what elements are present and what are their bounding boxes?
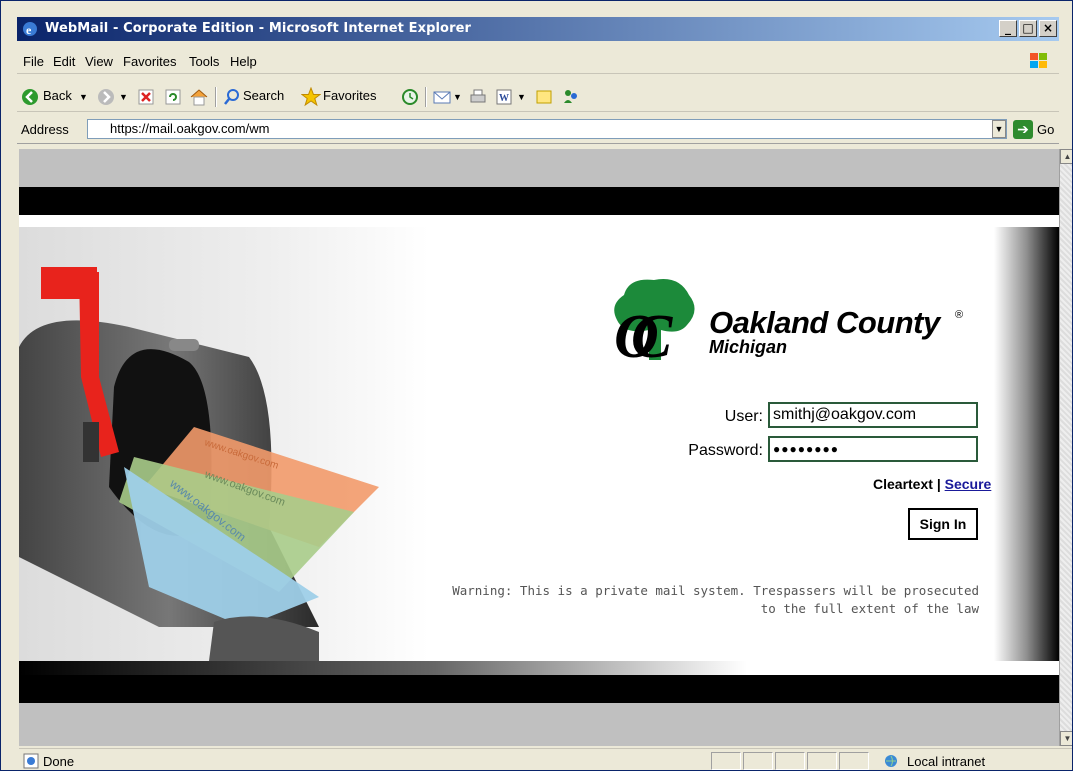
password-input[interactable]: ●●●●●●●● <box>768 436 978 462</box>
menu-edit[interactable]: Edit <box>53 54 75 69</box>
bottom-gradient-band <box>19 661 1059 675</box>
go-arrow-icon[interactable]: ➔ <box>1013 120 1033 139</box>
svg-text:W: W <box>499 93 509 104</box>
user-label: User: <box>724 408 763 425</box>
security-zone-text: Local intranet <box>907 754 986 769</box>
password-label: Password: <box>688 442 763 459</box>
search-icon[interactable] <box>223 88 241 106</box>
toolbar-separator <box>215 87 217 107</box>
toolbar-separator <box>425 87 427 107</box>
warning-line-1: Warning: This is a private mail system. … <box>452 583 979 598</box>
password-value: ●●●●●●●● <box>773 442 839 456</box>
windows-logo-icon <box>1030 53 1047 68</box>
scroll-down-icon[interactable]: ▼ <box>1060 731 1072 746</box>
home-icon[interactable] <box>189 87 209 107</box>
bottom-black-band <box>19 675 1059 703</box>
forward-dropdown-icon[interactable]: ▼ <box>119 92 128 102</box>
go-button[interactable]: Go <box>1037 122 1054 137</box>
refresh-icon[interactable] <box>164 88 182 106</box>
menu-tools[interactable]: Tools <box>189 54 219 69</box>
print-icon[interactable] <box>469 88 487 106</box>
status-pane <box>743 752 773 770</box>
status-text: Done <box>43 754 75 769</box>
secure-link[interactable]: Secure <box>945 476 992 492</box>
status-pane <box>775 752 805 770</box>
logo-subtitle: Michigan <box>709 337 788 357</box>
page-content: www.oakgov.com www.oakgov.com www.oakgov… <box>19 149 1059 746</box>
discuss-icon[interactable] <box>535 88 553 106</box>
menu-help[interactable]: Help <box>230 54 257 69</box>
back-icon[interactable] <box>21 88 39 106</box>
right-gradient-edge <box>994 227 1059 661</box>
close-button[interactable]: × <box>1039 20 1057 37</box>
menu-favorites[interactable]: Favorites <box>123 54 176 69</box>
oakland-county-logo: C O <box>614 279 695 365</box>
menu-view[interactable]: View <box>85 54 113 69</box>
svg-text:O: O <box>614 303 659 365</box>
login-panel: www.oakgov.com www.oakgov.com www.oakgov… <box>19 227 1059 661</box>
address-dropdown-icon[interactable]: ▼ <box>992 120 1006 138</box>
svg-text:e: e <box>26 23 32 37</box>
mail-icon[interactable] <box>433 88 453 106</box>
scroll-up-icon[interactable]: ▲ <box>1060 149 1072 164</box>
edit-dropdown-icon[interactable]: ▼ <box>517 92 526 102</box>
browser-window: e WebMail - Corporate Edition - Microsof… <box>0 0 1073 771</box>
favorites-star-icon[interactable] <box>301 87 321 107</box>
auth-mode-links: Cleartext | Secure <box>873 476 991 492</box>
status-pane <box>711 752 741 770</box>
address-label: Address <box>21 122 69 137</box>
window-title: WebMail - Corporate Edition - Microsoft … <box>45 21 472 36</box>
logo-registered: ® <box>955 309 964 321</box>
sign-in-button[interactable]: Sign In <box>908 508 978 540</box>
user-value: smithj@oakgov.com <box>773 406 917 423</box>
address-url: https://mail.oakgov.com/wm <box>110 121 270 136</box>
messenger-icon[interactable] <box>561 87 581 107</box>
mail-dropdown-icon[interactable]: ▼ <box>453 92 462 102</box>
ie-icon: e <box>23 22 37 37</box>
status-pane <box>807 752 837 770</box>
address-bar: Address https://mail.oakgov.com/wm ▼ ➔ G… <box>17 117 1059 144</box>
address-input[interactable]: https://mail.oakgov.com/wm <box>87 119 1007 139</box>
forward-icon[interactable] <box>97 88 115 106</box>
menu-bar: File Edit View Favorites Tools Help <box>17 49 1059 74</box>
page-done-icon <box>23 753 39 769</box>
maximize-button[interactable]: □ <box>1019 20 1037 37</box>
warning-text: Warning: This is a private mail system. … <box>439 582 979 618</box>
warning-line-2: to the full extent of the law <box>760 601 979 616</box>
top-black-band <box>19 187 1059 215</box>
edit-icon[interactable]: W <box>495 88 513 106</box>
search-button[interactable]: Search <box>243 88 284 103</box>
cleartext-link[interactable]: Cleartext <box>873 476 933 492</box>
back-dropdown-icon[interactable]: ▼ <box>79 92 88 102</box>
stop-icon[interactable] <box>137 88 155 106</box>
back-button[interactable]: Back <box>43 88 72 103</box>
mailbox-illustration: www.oakgov.com www.oakgov.com www.oakgov… <box>19 267 379 661</box>
auth-divider: | <box>936 476 941 492</box>
minimize-button[interactable]: _ <box>999 20 1017 37</box>
logo-name: Oakland County <box>709 305 940 340</box>
intranet-zone-icon <box>885 755 897 767</box>
favorites-button[interactable]: Favorites <box>323 88 376 103</box>
history-icon[interactable] <box>401 88 419 106</box>
status-bar: Done Local intranet <box>19 748 1072 770</box>
status-pane <box>839 752 869 770</box>
user-input[interactable]: smithj@oakgov.com <box>768 402 978 428</box>
toolbar: Back ▼ ▼ Search Favorites ▼ W ▼ <box>17 83 1059 112</box>
title-bar[interactable]: e WebMail - Corporate Edition - Microsof… <box>17 17 1059 41</box>
top-white-band <box>19 215 1059 227</box>
vertical-scrollbar[interactable]: ▲ ▼ <box>1059 149 1072 746</box>
menu-file[interactable]: File <box>23 54 44 69</box>
